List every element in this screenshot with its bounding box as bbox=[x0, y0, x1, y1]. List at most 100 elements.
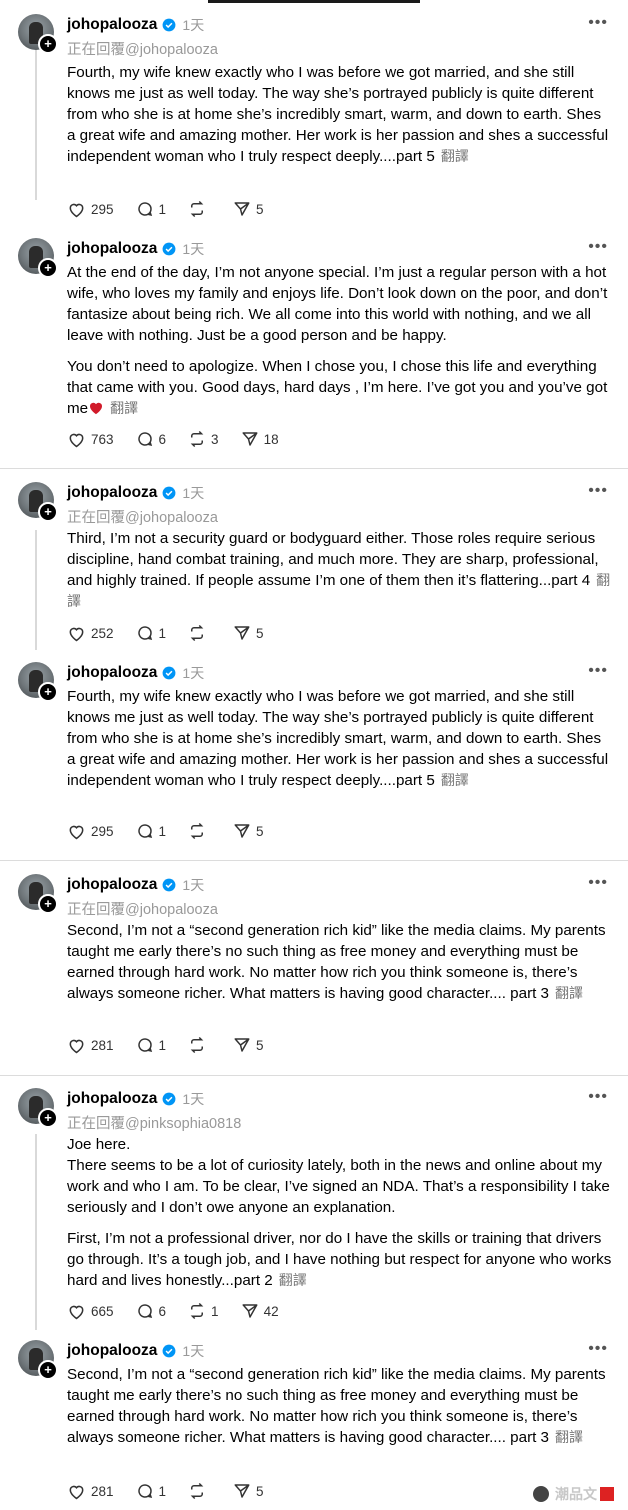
avatar[interactable]: + bbox=[18, 874, 58, 914]
comment-button[interactable]: 1 bbox=[136, 822, 166, 840]
repost-icon bbox=[188, 430, 211, 448]
repost-button[interactable] bbox=[188, 1482, 211, 1500]
more-options-icon[interactable]: ••• bbox=[588, 1340, 608, 1358]
translate-link[interactable]: 翻譯 bbox=[279, 1272, 307, 1288]
more-options-icon[interactable]: ••• bbox=[588, 874, 608, 892]
repost-icon bbox=[188, 624, 211, 642]
comment-button[interactable]: 1 bbox=[136, 1036, 167, 1054]
avatar[interactable]: + bbox=[18, 662, 58, 702]
like-button[interactable]: 295 bbox=[67, 823, 114, 840]
comment-button[interactable]: 1 bbox=[136, 624, 166, 642]
repost-button[interactable] bbox=[188, 822, 211, 840]
share-button[interactable]: 5 bbox=[233, 1036, 264, 1054]
post-text: Joe here. There seems to be a lot of curi… bbox=[67, 1134, 612, 1291]
follow-plus-icon[interactable]: + bbox=[38, 1360, 58, 1380]
verified-icon bbox=[157, 18, 176, 32]
like-button[interactable]: 295 bbox=[67, 201, 114, 218]
post-header: johopalooza 1天 bbox=[67, 1088, 204, 1110]
share-button[interactable]: 42 bbox=[241, 1302, 279, 1320]
follow-plus-icon[interactable]: + bbox=[38, 502, 58, 522]
repost-button[interactable]: 3 bbox=[188, 430, 219, 448]
follow-plus-icon[interactable]: + bbox=[38, 894, 58, 914]
share-button[interactable]: 5 bbox=[233, 200, 264, 218]
like-button[interactable]: 281 bbox=[67, 1483, 114, 1500]
post-header: johopalooza 1天 bbox=[67, 874, 204, 896]
like-button[interactable]: 763 bbox=[67, 431, 114, 448]
share-count: 5 bbox=[256, 625, 264, 641]
repost-button[interactable]: 1 bbox=[188, 1302, 219, 1320]
username[interactable]: johopalooza bbox=[67, 240, 157, 258]
more-options-icon[interactable]: ••• bbox=[588, 662, 608, 680]
share-icon bbox=[233, 200, 256, 218]
more-options-icon[interactable]: ••• bbox=[588, 1088, 608, 1106]
username[interactable]: johopalooza bbox=[67, 484, 157, 502]
thread-connector-line bbox=[35, 1134, 37, 1330]
username[interactable]: johopalooza bbox=[67, 1090, 157, 1108]
like-count: 252 bbox=[91, 625, 114, 641]
repost-button[interactable] bbox=[188, 1036, 211, 1054]
like-icon bbox=[67, 625, 91, 642]
post-time: 1天 bbox=[182, 1091, 205, 1107]
more-options-icon[interactable]: ••• bbox=[588, 238, 608, 256]
follow-plus-icon[interactable]: + bbox=[38, 34, 58, 54]
share-button[interactable]: 5 bbox=[233, 822, 264, 840]
post-actions: 665 6 1 42 bbox=[67, 1302, 301, 1320]
like-button[interactable]: 665 bbox=[67, 1303, 114, 1320]
more-options-icon[interactable]: ••• bbox=[588, 14, 608, 32]
repost-count: 1 bbox=[211, 1303, 219, 1319]
watermark-logo-icon bbox=[600, 1487, 614, 1501]
translate-link[interactable]: 翻譯 bbox=[67, 572, 610, 609]
verified-icon bbox=[157, 666, 176, 680]
post-paragraph: First, I’m not a professional driver, no… bbox=[67, 1230, 612, 1289]
verified-icon bbox=[157, 242, 176, 256]
translate-link[interactable]: 翻譯 bbox=[110, 400, 138, 416]
follow-plus-icon[interactable]: + bbox=[38, 682, 58, 702]
post-actions: 295 1 5 bbox=[67, 822, 286, 840]
avatar[interactable]: + bbox=[18, 1340, 58, 1380]
post-actions: 281 1 5 bbox=[67, 1482, 286, 1500]
reply-to-label: 正在回覆@johopalooza bbox=[67, 510, 218, 526]
post-actions: 252 1 5 bbox=[67, 624, 286, 642]
avatar[interactable]: + bbox=[18, 14, 58, 54]
comment-button[interactable]: 1 bbox=[136, 200, 166, 218]
translate-link[interactable]: 翻譯 bbox=[441, 772, 469, 788]
like-icon bbox=[67, 431, 91, 448]
watermark-play-icon bbox=[533, 1486, 549, 1502]
top-scroll-indicator bbox=[208, 0, 420, 3]
comment-count: 6 bbox=[158, 1303, 167, 1319]
share-button[interactable]: 18 bbox=[241, 430, 279, 448]
like-count: 295 bbox=[91, 823, 114, 839]
username[interactable]: johopalooza bbox=[67, 16, 157, 34]
username[interactable]: johopalooza bbox=[67, 664, 157, 682]
avatar[interactable]: + bbox=[18, 482, 58, 522]
avatar[interactable]: + bbox=[18, 238, 58, 278]
more-options-icon[interactable]: ••• bbox=[588, 482, 608, 500]
repost-button[interactable] bbox=[188, 200, 211, 218]
share-button[interactable]: 5 bbox=[233, 1482, 264, 1500]
comment-button[interactable]: 1 bbox=[136, 1482, 166, 1500]
post-time: 1天 bbox=[182, 485, 205, 501]
verified-icon bbox=[157, 1092, 176, 1106]
translate-link[interactable]: 翻譯 bbox=[555, 985, 583, 1001]
comment-button[interactable]: 6 bbox=[136, 1302, 167, 1320]
follow-plus-icon[interactable]: + bbox=[38, 258, 58, 278]
post-paragraph: Fourth, my wife knew exactly who I was b… bbox=[67, 688, 609, 789]
repost-icon bbox=[188, 822, 211, 840]
translate-link[interactable]: 翻譯 bbox=[441, 148, 469, 164]
post-divider bbox=[0, 860, 628, 861]
translate-link[interactable]: 翻譯 bbox=[555, 1429, 583, 1445]
username[interactable]: johopalooza bbox=[67, 1342, 157, 1360]
like-button[interactable]: 281 bbox=[67, 1037, 114, 1054]
comment-count: 1 bbox=[158, 1037, 167, 1053]
share-button[interactable]: 5 bbox=[233, 624, 264, 642]
follow-plus-icon[interactable]: + bbox=[38, 1108, 58, 1128]
share-icon bbox=[233, 1482, 256, 1500]
post-header: johopalooza 1天 bbox=[67, 662, 204, 684]
like-button[interactable]: 252 bbox=[67, 625, 114, 642]
avatar[interactable]: + bbox=[18, 1088, 58, 1128]
username[interactable]: johopalooza bbox=[67, 876, 157, 894]
post-header: johopalooza 1天 bbox=[67, 14, 204, 36]
repost-button[interactable] bbox=[188, 624, 211, 642]
comment-button[interactable]: 6 bbox=[136, 430, 166, 448]
repost-icon bbox=[188, 1036, 211, 1054]
